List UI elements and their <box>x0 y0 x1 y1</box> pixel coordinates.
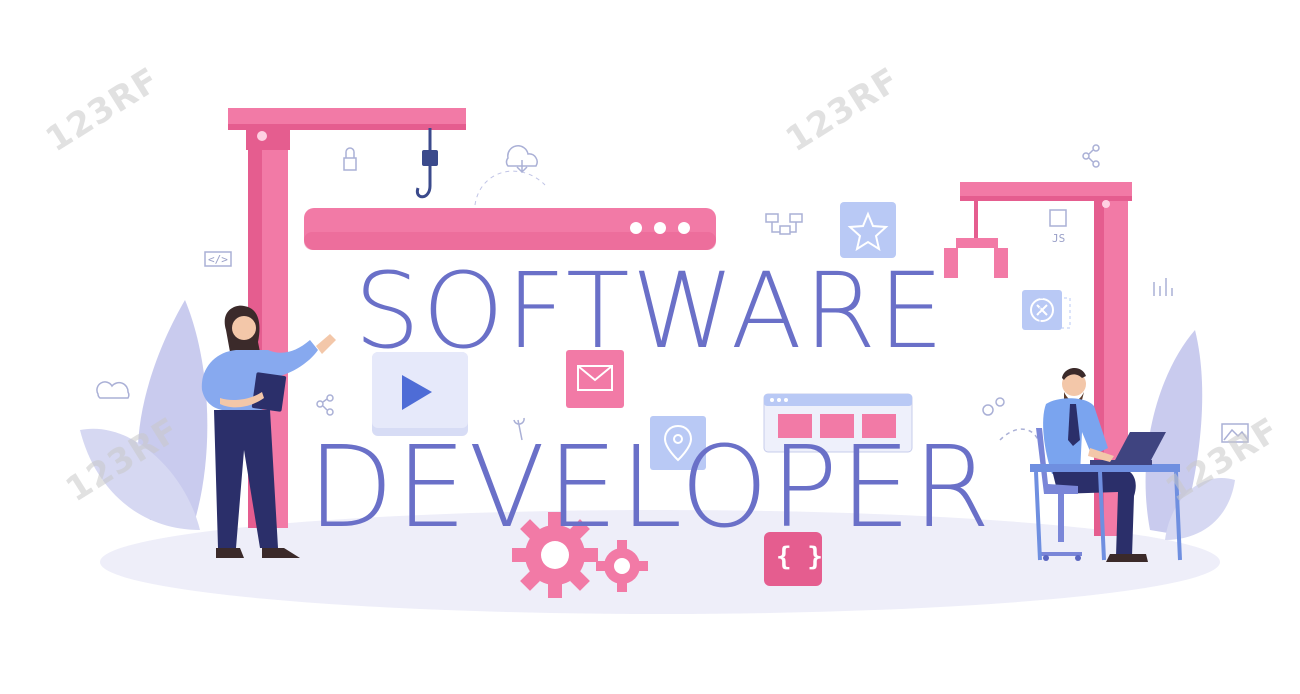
share-icon <box>316 400 324 408</box>
cloud-icon <box>96 381 130 399</box>
lock-icon <box>343 157 357 171</box>
illustration: </> JS { } SOFTWARE DEVELOPER 123RF 123R… <box>0 0 1300 694</box>
js-tag-icon: JS <box>1052 232 1066 245</box>
headline-software: SOFTWARE <box>354 250 946 372</box>
headline-developer: DEVELOPER <box>307 423 993 553</box>
network-icon <box>765 213 803 235</box>
settings-icon <box>982 404 994 416</box>
browser-bar <box>304 170 716 250</box>
